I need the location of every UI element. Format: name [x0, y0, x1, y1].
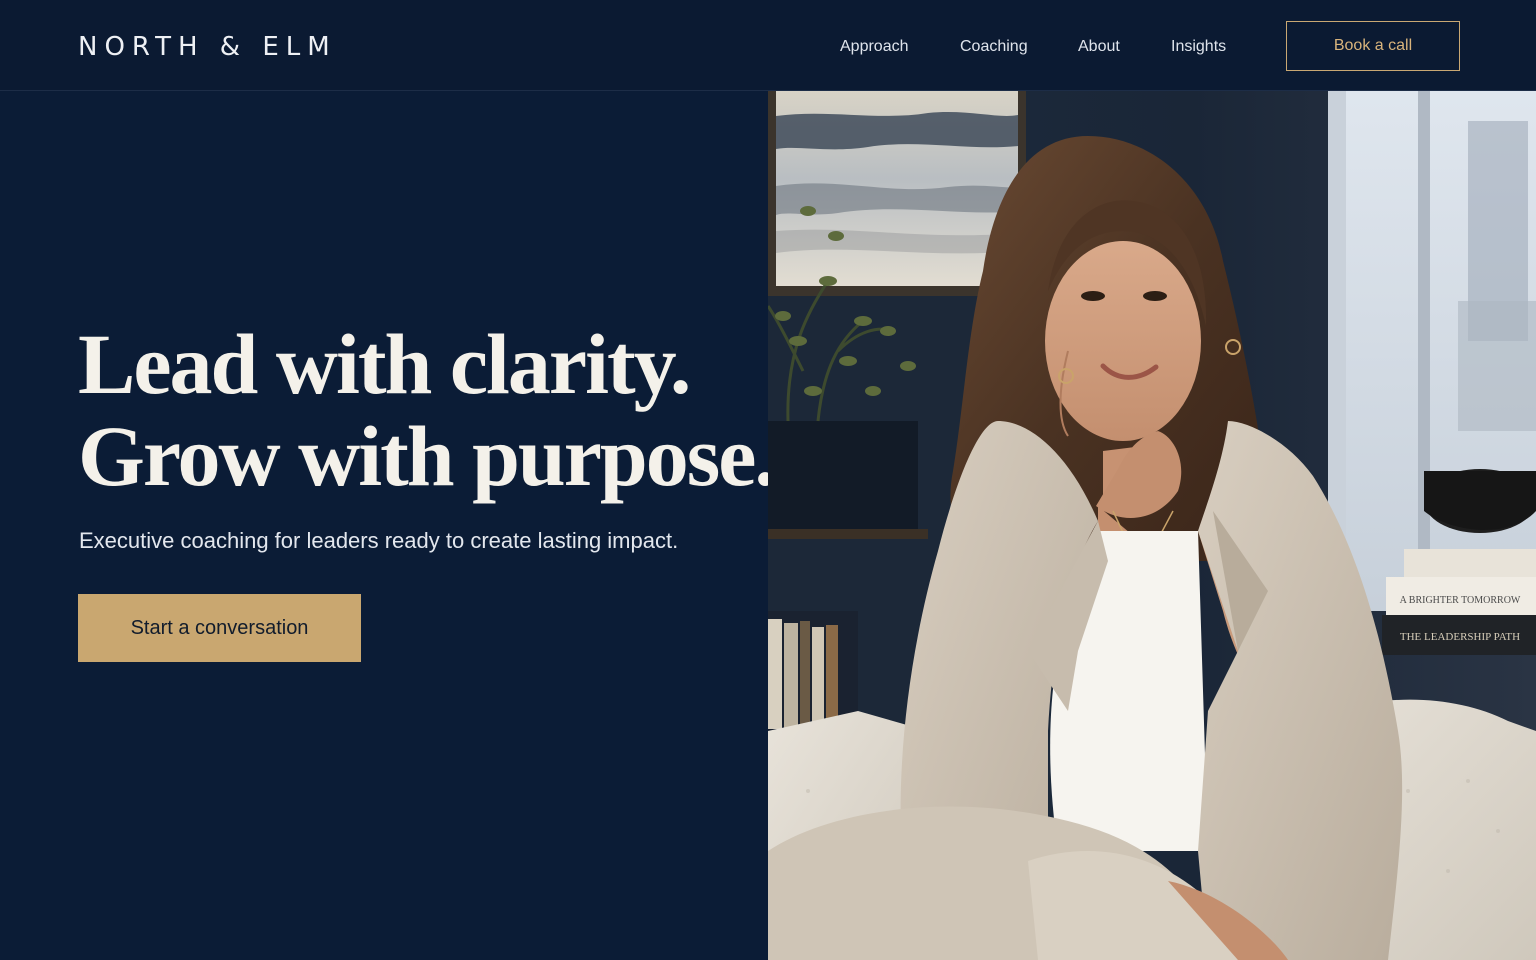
nav-link-approach[interactable]: Approach [840, 36, 909, 58]
book-spine-leadership-path: THE LEADERSHIP PATH [1400, 631, 1520, 643]
book-a-call-button[interactable]: Book a call [1286, 21, 1460, 71]
hero-headline-line-1: Lead with clarity. [78, 316, 691, 412]
hero-subheading: Executive coaching for leaders ready to … [79, 528, 679, 553]
hero-portrait-photo: A BRIGHTER TOMORROW THE LEADERSHIP PATH [768, 91, 1536, 960]
start-conversation-button[interactable]: Start a conversation [78, 594, 361, 662]
nav-link-insights[interactable]: Insights [1171, 36, 1226, 58]
top-navigation-bar: NORTH & ELM Approach Coaching About Insi… [0, 0, 1536, 91]
nav-link-about[interactable]: About [1078, 36, 1120, 58]
hero-text-panel [0, 91, 768, 960]
book-spine-brighter-tomorrow: A BRIGHTER TOMORROW [1400, 595, 1521, 606]
hero-headline-line-2: Grow with purpose. [78, 408, 776, 504]
portrait-illustration: A BRIGHTER TOMORROW THE LEADERSHIP PATH [768, 91, 1536, 960]
nav-link-coaching[interactable]: Coaching [960, 36, 1028, 58]
brand-logo[interactable]: NORTH & ELM [78, 31, 337, 63]
